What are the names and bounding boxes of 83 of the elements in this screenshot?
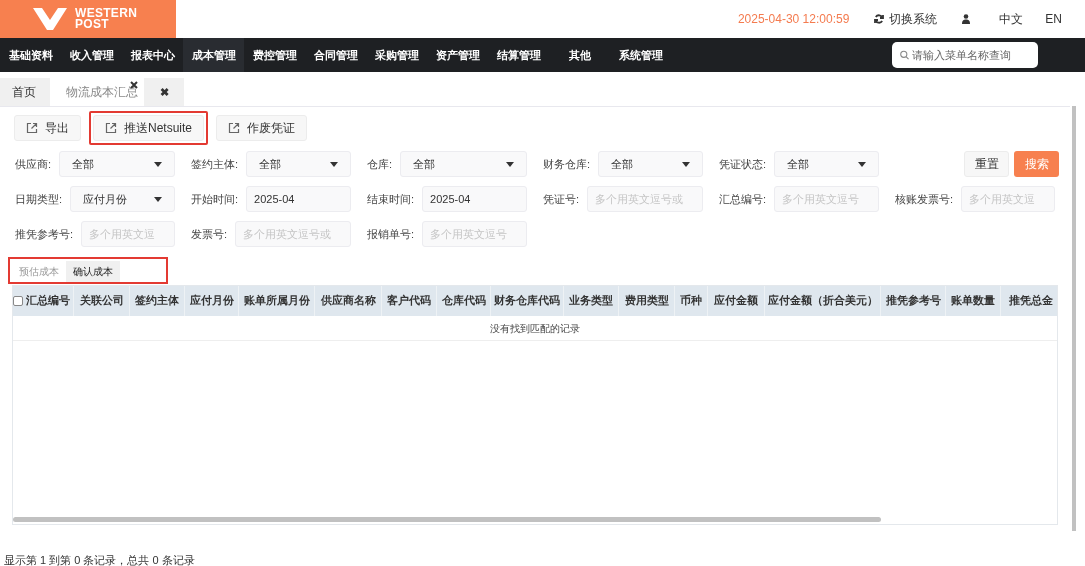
filter-label: 仓库: xyxy=(367,156,393,172)
filter-label: 推凭参考号: xyxy=(15,226,74,242)
filter-label: 核账发票号: xyxy=(895,191,954,207)
filter-label: 开始时间: xyxy=(191,191,239,207)
nav-item[interactable]: 采购管理 xyxy=(366,38,427,72)
column-header: 账单数量 xyxy=(946,286,1001,316)
share-icon xyxy=(228,122,241,134)
text-field[interactable]: 2025-04 xyxy=(246,186,351,212)
filter-label: 结束时间: xyxy=(367,191,415,207)
column-header: 币种 xyxy=(675,286,708,316)
toolbar-button[interactable]: 作废凭证 xyxy=(216,115,308,141)
caret-icon xyxy=(154,196,162,202)
filter-label: 凭证号: xyxy=(543,191,580,207)
toolbar-button[interactable]: 导出 xyxy=(14,115,81,141)
caret-icon xyxy=(154,161,162,167)
nav-item[interactable]: 资产管理 xyxy=(427,38,488,72)
share-icon xyxy=(26,122,38,134)
text-field[interactable]: 2025-04 xyxy=(422,186,527,212)
column-header: 应付金额（折合美元） xyxy=(765,286,881,316)
menu-search-input[interactable]: 请输入菜单名称查询 xyxy=(912,46,1030,64)
nav-item[interactable]: 合同管理 xyxy=(305,38,366,72)
logo-text: POST xyxy=(75,19,110,30)
select-all-checkbox[interactable] xyxy=(13,296,23,306)
datetime: 2025-04-30 12:00:59 xyxy=(737,11,850,28)
page-tab[interactable]: 首页 xyxy=(0,78,50,106)
column-header: 账单所属月份 xyxy=(239,286,315,316)
nav-item[interactable]: 成本管理 xyxy=(183,38,244,72)
share-icon xyxy=(105,122,117,134)
cost-tab[interactable]: 确认成本 xyxy=(66,261,120,282)
column-header: 推凭参考号 xyxy=(881,286,946,316)
filter-label: 财务仓库: xyxy=(543,156,591,172)
logo-text: WESTERN xyxy=(75,8,138,19)
column-header: 仓库代码 xyxy=(437,286,491,316)
reset-button[interactable]: 重置 xyxy=(964,151,1009,177)
column-header: 业务类型 xyxy=(564,286,619,316)
user-icon[interactable] xyxy=(962,14,971,24)
nav-item[interactable]: 费控管理 xyxy=(244,38,305,72)
nav-item[interactable]: 基础资料 xyxy=(0,38,61,72)
caret-icon xyxy=(330,161,338,167)
vertical-scrollbar[interactable] xyxy=(1072,106,1076,531)
nav-item[interactable]: 其他 xyxy=(549,38,610,72)
filter-label: 凭证状态: xyxy=(719,156,767,172)
nav-item[interactable]: 报表中心 xyxy=(122,38,183,72)
nav-item[interactable]: 收入管理 xyxy=(61,38,122,72)
switch-system-button[interactable]: 切换系统 xyxy=(874,10,938,28)
select-field[interactable]: 全部 xyxy=(774,151,879,177)
pagination-info: 显示第 1 到第 0 条记录，总共 0 条记录 xyxy=(4,554,195,566)
select-field[interactable]: 全部 xyxy=(246,151,351,177)
select-field[interactable]: 全部 xyxy=(59,151,175,177)
column-header: 推凭总金 xyxy=(1001,286,1057,316)
column-header: 应付金额 xyxy=(708,286,765,316)
nav-item[interactable]: 结算管理 xyxy=(488,38,549,72)
empty-message: 没有找到匹配的记录 xyxy=(490,321,580,336)
column-header: 客户代码 xyxy=(382,286,437,316)
language-option[interactable]: 中文 xyxy=(999,10,1024,28)
select-field[interactable]: 应付月份 xyxy=(70,186,175,212)
close-all-tabs-button[interactable]: ✖ xyxy=(144,78,184,106)
filter-label: 供应商: xyxy=(15,156,52,172)
filter-label: 日期类型: xyxy=(15,191,63,207)
search-icon xyxy=(900,50,909,60)
column-header: 关联公司 xyxy=(74,286,130,316)
menu-search-field[interactable]: 请输入菜单名称查询 xyxy=(892,42,1038,68)
toolbar-button[interactable]: 推送Netsuite xyxy=(93,115,205,141)
filter-label: 报销单号: xyxy=(367,226,415,242)
logo-mark-icon xyxy=(33,8,67,30)
column-header: 汇总编号 xyxy=(23,286,74,316)
caret-icon xyxy=(506,161,514,167)
language-option[interactable]: EN xyxy=(1045,10,1062,28)
column-header: 费用类型 xyxy=(619,286,675,316)
column-header: 应付月份 xyxy=(185,286,239,316)
caret-icon xyxy=(858,161,866,167)
refresh-icon xyxy=(874,14,885,24)
horizontal-scrollbar[interactable] xyxy=(13,517,881,522)
filter-label: 签约主体: xyxy=(191,156,239,172)
column-header: 财务仓库代码 xyxy=(491,286,564,316)
column-header: 供应商名称 xyxy=(315,286,382,316)
filter-label: 汇总编号: xyxy=(719,191,767,207)
select-field[interactable]: 全部 xyxy=(400,151,527,177)
select-field[interactable]: 全部 xyxy=(598,151,703,177)
nav-item[interactable]: 系统管理 xyxy=(610,38,671,72)
caret-icon xyxy=(682,161,690,167)
column-header: 签约主体 xyxy=(130,286,185,316)
filter-label: 发票号: xyxy=(191,226,228,242)
